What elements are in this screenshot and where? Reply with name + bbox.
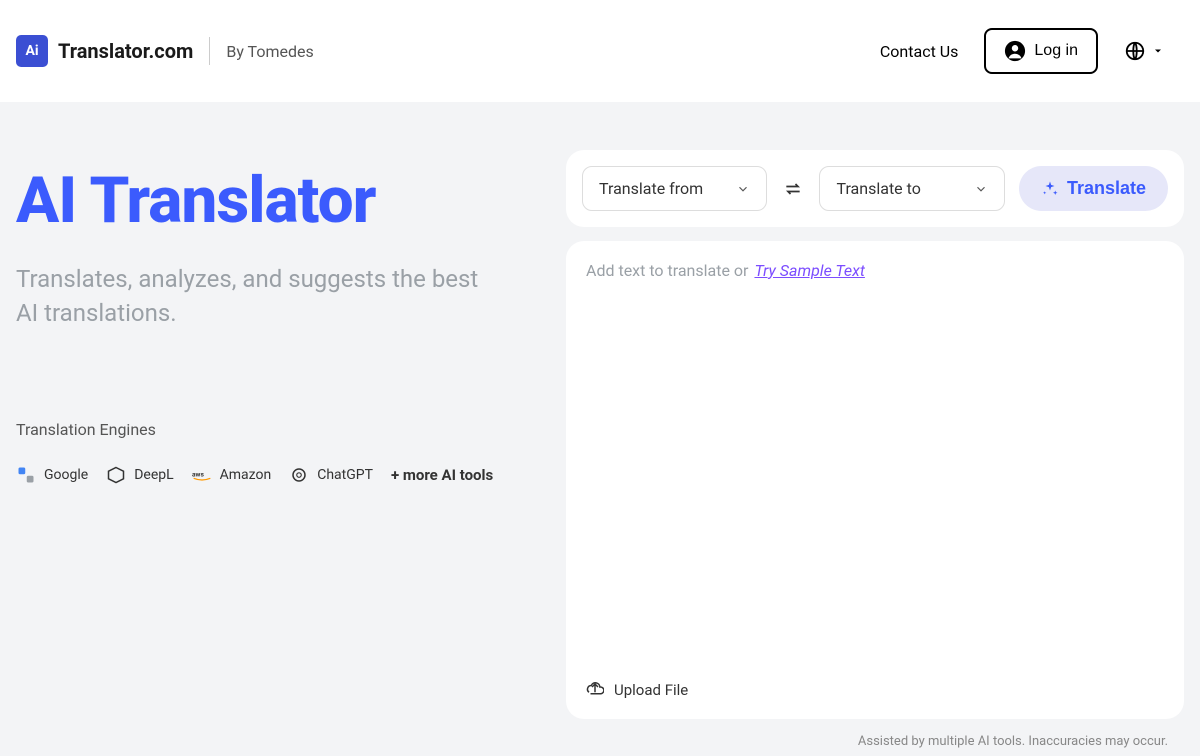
- engine-chatgpt: ChatGPT: [289, 465, 373, 485]
- placeholder-row: Add text to translate or Try Sample Text: [586, 261, 1164, 280]
- header: Ai Translator.com By Tomedes Contact Us …: [0, 0, 1200, 102]
- translate-bar: Translate from Translate to: [566, 150, 1184, 227]
- amazon-icon: aws: [192, 465, 212, 485]
- login-label: Log in: [1034, 42, 1078, 60]
- translate-button[interactable]: Translate: [1019, 166, 1168, 211]
- deepl-icon: [106, 465, 126, 485]
- engine-label: Google: [44, 467, 88, 483]
- chevron-down-icon: [1152, 45, 1164, 57]
- header-right: Contact Us Log in: [880, 28, 1164, 74]
- upload-file-button[interactable]: Upload File: [586, 681, 1164, 699]
- upload-icon: [586, 681, 604, 699]
- logo-text[interactable]: Translator.com: [58, 39, 193, 63]
- engine-amazon: aws Amazon: [192, 465, 272, 485]
- chatgpt-icon: [289, 465, 309, 485]
- header-left: Ai Translator.com By Tomedes: [16, 35, 314, 67]
- byline: By Tomedes: [226, 42, 313, 61]
- engine-deepl: DeepL: [106, 465, 173, 485]
- hero-subtitle: Translates, analyzes, and suggests the b…: [16, 263, 506, 330]
- engine-label: Amazon: [220, 467, 272, 483]
- disclaimer-text: Assisted by multiple AI tools. Inaccurac…: [858, 734, 1168, 749]
- engine-label: ChatGPT: [317, 467, 373, 483]
- sparkle-icon: [1041, 180, 1059, 198]
- hero-section: AI Translator Translates, analyzes, and …: [16, 150, 506, 756]
- engine-label: DeepL: [134, 467, 173, 483]
- globe-icon: [1124, 40, 1146, 62]
- language-switcher[interactable]: [1124, 40, 1164, 62]
- text-input-panel[interactable]: Add text to translate or Try Sample Text…: [566, 241, 1184, 719]
- from-label: Translate from: [599, 179, 703, 198]
- translate-from-select[interactable]: Translate from: [582, 166, 767, 211]
- translate-label: Translate: [1067, 178, 1146, 199]
- more-tools-link[interactable]: + more AI tools: [391, 466, 493, 484]
- contact-link[interactable]: Contact Us: [880, 42, 959, 61]
- logo-badge[interactable]: Ai: [16, 35, 48, 67]
- google-icon: [16, 465, 36, 485]
- to-label: Translate to: [836, 179, 920, 198]
- translator-panel: Translate from Translate to: [566, 150, 1184, 756]
- hero-title: AI Translator: [16, 166, 506, 235]
- chevron-down-icon: [974, 182, 988, 196]
- engines-row: Google DeepL aws Amazon ChatGPT + m: [16, 465, 506, 485]
- upload-label: Upload File: [614, 681, 688, 699]
- swap-languages-button[interactable]: [781, 177, 805, 201]
- translate-to-select[interactable]: Translate to: [819, 166, 1004, 211]
- chevron-down-icon: [736, 182, 750, 196]
- try-sample-link[interactable]: Try Sample Text: [754, 261, 864, 280]
- login-button[interactable]: Log in: [984, 28, 1098, 74]
- swap-icon: [783, 179, 803, 199]
- engine-google: Google: [16, 465, 88, 485]
- svg-text:aws: aws: [192, 471, 204, 479]
- user-icon: [1004, 40, 1026, 62]
- main: AI Translator Translates, analyzes, and …: [0, 102, 1200, 756]
- engines-label: Translation Engines: [16, 420, 506, 439]
- header-divider: [209, 37, 210, 65]
- input-placeholder: Add text to translate or: [586, 261, 748, 280]
